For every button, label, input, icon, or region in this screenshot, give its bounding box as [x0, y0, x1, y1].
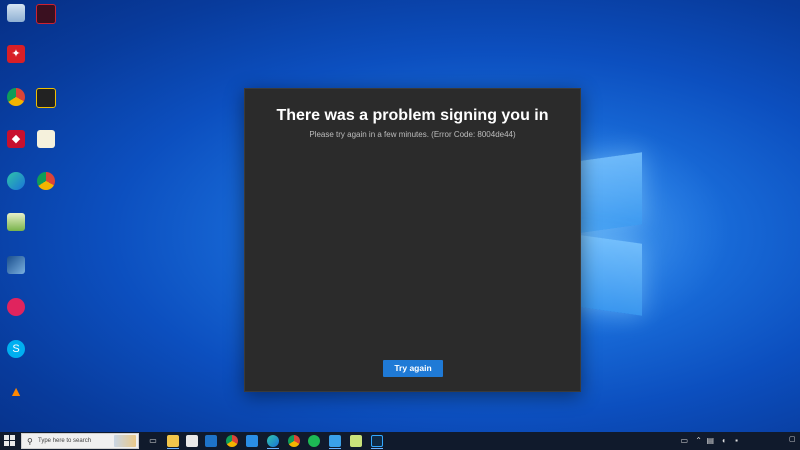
- mcafee-icon[interactable]: ◆: [2, 130, 30, 148]
- notepad-icon[interactable]: [350, 435, 362, 447]
- dialog-message: Please try again in a few minutes. (Erro…: [309, 130, 516, 139]
- virtualbox-glyph: [7, 256, 25, 274]
- keyboard-icon[interactable]: ▭: [680, 436, 688, 446]
- show-hidden-icons-icon[interactable]: ⌃: [695, 436, 702, 446]
- taskbar: ⚲ Type here to search ▭ ▭ ⌃ ▤ ◖ ▪ ▢: [0, 432, 800, 450]
- chrome-shortcut-icon[interactable]: [32, 172, 60, 190]
- search-icon: ⚲: [27, 437, 33, 446]
- running-indicator: [329, 448, 341, 449]
- app-shortcut-icon[interactable]: [32, 4, 60, 24]
- notepad-glyph: [7, 213, 25, 231]
- start-button[interactable]: [4, 435, 16, 447]
- document-glyph: [37, 130, 55, 148]
- red-app-icon[interactable]: [2, 298, 30, 316]
- network-icon[interactable]: ▤: [706, 436, 714, 446]
- running-indicator: [371, 448, 383, 449]
- dialog-title: There was a problem signing you in: [276, 107, 549, 124]
- recycle-bin-icon[interactable]: [2, 4, 30, 22]
- try-again-button[interactable]: Try again: [383, 360, 443, 377]
- vlc-icon[interactable]: ▲: [2, 382, 30, 400]
- mcafee-glyph: ◆: [7, 130, 25, 148]
- sign-in-error-dialog: There was a problem signing you in Pleas…: [244, 88, 581, 392]
- windows-logo-icon: [4, 435, 9, 440]
- desktop: ✦ ◆ S ▲ There was a problem signing you …: [0, 0, 800, 450]
- search-placeholder: Type here to search: [38, 438, 92, 444]
- windows-logo-pane: [4, 441, 9, 446]
- recycle-bin-glyph: [7, 4, 25, 22]
- edge-glyph: [7, 172, 25, 190]
- folder-icon[interactable]: [32, 88, 60, 108]
- running-indicator: [167, 448, 179, 449]
- language-icon[interactable]: ▪: [735, 436, 738, 446]
- taskbar-search-input[interactable]: ⚲ Type here to search: [21, 433, 139, 449]
- app-shortcut-glyph: [36, 4, 56, 24]
- task-view-icon[interactable]: ▭: [147, 435, 159, 447]
- skype-icon[interactable]: S: [2, 340, 30, 358]
- volume-icon[interactable]: ◖: [721, 436, 726, 446]
- virtualbox-icon[interactable]: [2, 256, 30, 274]
- red-app-glyph: [7, 298, 25, 316]
- store-icon[interactable]: [186, 435, 198, 447]
- app-icon[interactable]: [329, 435, 341, 447]
- folder-glyph: [36, 88, 56, 108]
- chrome-icon[interactable]: [226, 435, 238, 447]
- notification-icon[interactable]: ▢: [789, 436, 797, 444]
- chrome-glyph: [7, 88, 25, 106]
- microsoft-edge-icon[interactable]: [2, 172, 30, 190]
- skype-glyph: S: [7, 340, 25, 358]
- windows-logo-pane: [10, 435, 15, 440]
- google-chrome-icon[interactable]: [2, 88, 30, 106]
- notepad-icon[interactable]: [2, 213, 30, 231]
- acrobat-glyph: ✦: [7, 45, 25, 63]
- running-indicator: [267, 448, 279, 449]
- mail-icon[interactable]: [205, 435, 217, 447]
- vlc-glyph: ▲: [9, 383, 23, 399]
- chrome-shortcut-glyph: [37, 172, 55, 190]
- vscode-icon[interactable]: [246, 435, 258, 447]
- search-highlight-image: [114, 435, 136, 447]
- chrome-alt-icon[interactable]: [288, 435, 300, 447]
- adobe-acrobat-icon[interactable]: ✦: [2, 45, 30, 63]
- windows-logo-pane: [10, 441, 15, 446]
- spotify-icon[interactable]: [308, 435, 320, 447]
- edge-icon[interactable]: [267, 435, 279, 447]
- document-icon[interactable]: [32, 130, 60, 148]
- photoshop-icon[interactable]: [371, 435, 383, 447]
- file-explorer-icon[interactable]: [167, 435, 179, 447]
